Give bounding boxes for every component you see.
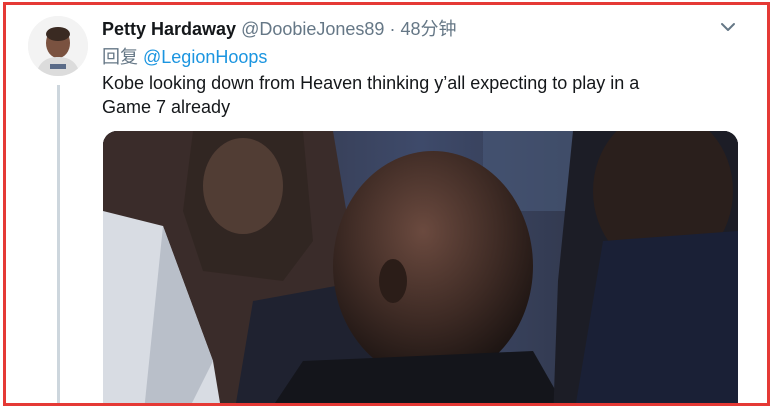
reply-mention-link[interactable]: @LegionHoops	[143, 47, 267, 67]
replying-to: 回复 @LegionHoops	[102, 45, 267, 69]
tweet-media[interactable]	[103, 131, 738, 403]
reply-prefix: 回复	[102, 47, 138, 67]
tweet-header: Petty Hardaway @DoobieJones89 · 48分钟	[102, 17, 457, 41]
separator-dot: ·	[389, 19, 396, 39]
tweet-timestamp[interactable]: 48分钟	[400, 19, 456, 39]
tweet-text-line-2: Game 7 already	[102, 97, 231, 117]
tweet-card[interactable]: Petty Hardaway @DoobieJones89 · 48分钟 回复 …	[3, 2, 770, 406]
tweet-text-line-1: Kobe looking down from Heaven thinking y…	[102, 73, 640, 93]
tweet-text: Kobe looking down from Heaven thinking y…	[102, 71, 742, 119]
thread-connector-line	[57, 85, 60, 403]
avatar[interactable]	[28, 16, 88, 76]
chevron-down-icon[interactable]	[719, 18, 737, 36]
author-name[interactable]: Petty Hardaway	[102, 19, 236, 39]
author-handle[interactable]: @DoobieJones89	[241, 19, 384, 39]
